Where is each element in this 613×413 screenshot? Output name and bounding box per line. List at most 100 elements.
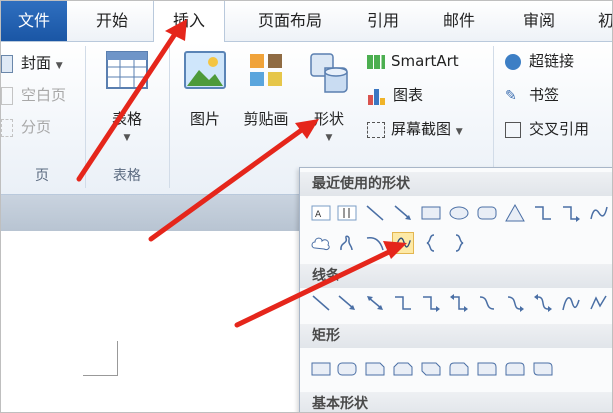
- round-single-corner-rectangle-shape[interactable]: [476, 358, 498, 380]
- section-header-recent: 最近使用的形状: [300, 172, 612, 196]
- cross-reference-label: 交叉引用: [529, 120, 590, 138]
- tab-mailings[interactable]: 邮件: [429, 1, 489, 41]
- round-diagonal-rectangle-shape[interactable]: [532, 358, 554, 380]
- ribbon-tab-bar: 文件 开始 插入 页面布局 引用 邮件 审阅 初: [1, 1, 612, 42]
- triangle-shape[interactable]: [504, 202, 526, 224]
- section-header-lines: 线条: [300, 264, 612, 288]
- snip-same-side-rectangle-shape[interactable]: [392, 358, 414, 380]
- page-break-button[interactable]: 分页: [1, 114, 51, 140]
- bar-chart-icon: [367, 87, 387, 105]
- elbow-arrow-connector-shape[interactable]: [560, 202, 582, 224]
- shapes-label: 形状: [313, 110, 344, 128]
- curved-double-arrow-connector-shape[interactable]: [532, 292, 554, 314]
- right-brace-shape[interactable]: [448, 232, 470, 254]
- rectangle-shape[interactable]: [310, 358, 332, 380]
- clipart-label: 剪贴画: [243, 110, 289, 128]
- cover-page-label: 封面: [21, 54, 52, 72]
- tab-references[interactable]: 引用: [353, 1, 413, 41]
- rounded-rectangle-shape[interactable]: [336, 358, 358, 380]
- table-label: 表格: [111, 110, 142, 128]
- elbow-connector-shape[interactable]: [392, 292, 414, 314]
- picture-button[interactable]: 图片: [177, 50, 233, 129]
- chart-label: 图表: [393, 86, 424, 104]
- smartart-button[interactable]: SmartArt: [367, 48, 459, 74]
- vertical-textbox-shape[interactable]: [336, 202, 358, 224]
- screenshot-icon: [367, 121, 385, 138]
- smartart-icon: [367, 54, 385, 69]
- rectangle-shape[interactable]: [420, 202, 442, 224]
- page-break-label: 分页: [21, 118, 52, 136]
- svg-text:A: A: [315, 210, 322, 220]
- curved-arrow-connector-shape[interactable]: [504, 292, 526, 314]
- blank-page-button[interactable]: 空白页: [1, 82, 66, 108]
- cover-page-button[interactable]: 封面 ▼: [1, 50, 63, 76]
- arrow-shape[interactable]: [336, 292, 358, 314]
- bookmark-icon: ✎: [505, 87, 517, 104]
- section-header-basic-shapes: 基本形状: [300, 392, 612, 412]
- snip-round-rectangle-shape[interactable]: [448, 358, 470, 380]
- cover-page-icon: [1, 54, 13, 73]
- chevron-down-icon: ▼: [325, 133, 333, 143]
- tables-group-label: 表格: [113, 168, 141, 184]
- curved-connector-shape[interactable]: [476, 292, 498, 314]
- double-arrow-shape[interactable]: [364, 292, 386, 314]
- screenshot-button[interactable]: 屏幕截图 ▼: [367, 116, 463, 142]
- chevron-down-icon: ▼: [55, 61, 63, 71]
- page-corner-mark: [83, 341, 118, 376]
- elbow-arrow-connector-shape[interactable]: [420, 292, 442, 314]
- snip-diagonal-rectangle-shape[interactable]: [420, 358, 442, 380]
- elbow-connector-shape[interactable]: [532, 202, 554, 224]
- hyperlink-label: 超链接: [529, 52, 575, 70]
- curve-line-shape[interactable]: [560, 292, 582, 314]
- table-button[interactable]: 表格 ▼: [97, 50, 157, 143]
- straight-line-shape[interactable]: [310, 292, 332, 314]
- shapes-button[interactable]: 形状 ▼: [301, 50, 357, 143]
- cross-reference-button[interactable]: 交叉引用: [505, 116, 589, 142]
- screenshot-label: 屏幕截图: [391, 120, 452, 138]
- chart-button[interactable]: 图表: [367, 82, 423, 108]
- tab-page-layout[interactable]: 页面布局: [237, 1, 343, 41]
- page-break-icon: [1, 118, 13, 137]
- freeform-curve-shape-selected[interactable]: [392, 232, 414, 254]
- cross-reference-icon: [505, 121, 521, 138]
- bookmark-button[interactable]: ✎ 书签: [505, 82, 559, 108]
- globe-link-icon: [505, 53, 521, 70]
- shapes-icon: [310, 53, 348, 93]
- tab-review[interactable]: 审阅: [509, 1, 569, 41]
- tab-view[interactable]: 初: [591, 1, 612, 41]
- chevron-down-icon: ▼: [455, 127, 463, 137]
- scribble-shape[interactable]: [336, 232, 358, 254]
- snip-corner-rectangle-shape[interactable]: [364, 358, 386, 380]
- picture-icon: [184, 51, 226, 89]
- round-same-side-rectangle-shape[interactable]: [504, 358, 526, 380]
- line-shape[interactable]: [364, 202, 386, 224]
- smartart-label: SmartArt: [391, 52, 459, 70]
- hyperlink-button[interactable]: 超链接: [505, 48, 574, 74]
- textbox-shape[interactable]: A: [310, 202, 332, 224]
- clipart-button[interactable]: 剪贴画: [237, 50, 295, 129]
- freeform-line-shape[interactable]: [588, 292, 610, 314]
- cloud-shape[interactable]: [310, 232, 332, 254]
- left-brace-shape[interactable]: [420, 232, 442, 254]
- blank-page-label: 空白页: [21, 86, 67, 104]
- picture-label: 图片: [189, 110, 220, 128]
- tab-file[interactable]: 文件: [1, 1, 67, 41]
- section-header-rectangles: 矩形: [300, 324, 612, 348]
- arrow-line-shape[interactable]: [392, 202, 414, 224]
- curve-shape[interactable]: [588, 202, 610, 224]
- tab-insert[interactable]: 插入: [153, 1, 225, 42]
- chevron-down-icon: ▼: [123, 133, 131, 143]
- blank-page-icon: [1, 86, 13, 105]
- group-divider: [169, 46, 170, 188]
- group-divider: [85, 46, 86, 188]
- bookmark-label: 书签: [529, 86, 560, 104]
- rounded-rectangle-shape[interactable]: [476, 202, 498, 224]
- shapes-dropdown: 最近使用的形状 A 线条 矩形 基本形状: [299, 167, 612, 412]
- word-window: 文件 开始 插入 页面布局 引用 邮件 审阅 初 封面 ▼ 空白页 分页 页 表…: [0, 0, 613, 413]
- elbow-double-arrow-connector-shape[interactable]: [448, 292, 470, 314]
- arc-shape[interactable]: [364, 232, 386, 254]
- tab-home[interactable]: 开始: [81, 1, 143, 41]
- pages-group-label: 页: [35, 168, 49, 184]
- oval-shape[interactable]: [448, 202, 470, 224]
- clipart-icon: [250, 54, 282, 86]
